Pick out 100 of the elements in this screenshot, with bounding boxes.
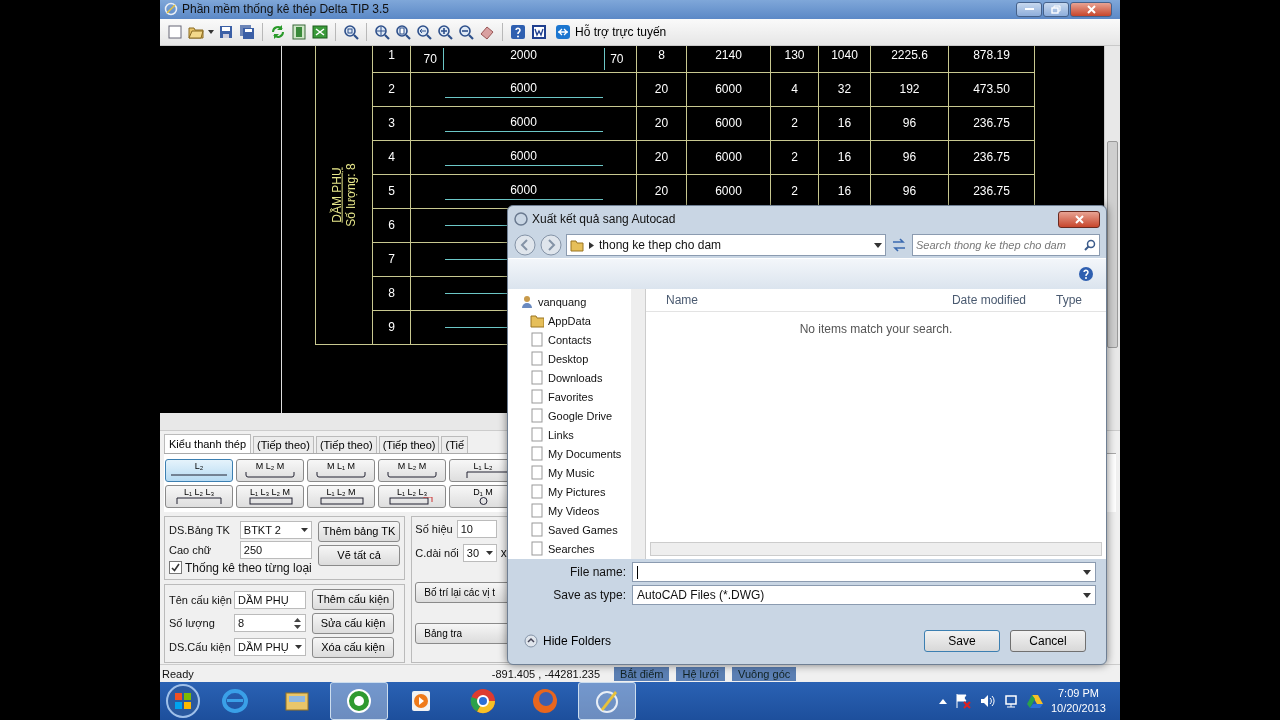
folder-tree-item[interactable]: vanquang bbox=[520, 293, 622, 310]
page-icon bbox=[530, 503, 544, 518]
snap-toggle[interactable]: Vuông góc bbox=[732, 666, 797, 681]
action-button[interactable]: Vẽ tất cả bbox=[317, 544, 401, 566]
folder-tree-item[interactable]: Links bbox=[530, 426, 622, 443]
bar-shape-icon bbox=[478, 497, 488, 506]
folder-tree-item[interactable]: My Pictures bbox=[530, 483, 622, 500]
save-all-icon[interactable] bbox=[238, 22, 256, 41]
page-icon bbox=[530, 541, 544, 556]
bar-shape-button[interactable]: L₁ L₂ M bbox=[307, 484, 375, 508]
folder-tree-item[interactable]: Desktop bbox=[530, 350, 622, 367]
table-cell: 2 bbox=[791, 116, 798, 131]
zoom-previous-icon[interactable] bbox=[415, 22, 433, 41]
zoom-in-icon[interactable] bbox=[436, 22, 454, 41]
folder-tree-item[interactable]: Favorites bbox=[530, 388, 622, 405]
table-cell: 70 bbox=[610, 51, 624, 66]
page-icon bbox=[530, 465, 544, 480]
action-button[interactable]: Sửa cấu kiện bbox=[312, 612, 395, 634]
action-button[interactable]: Thêm bảng TK bbox=[317, 520, 401, 542]
dropdown-caret-icon[interactable] bbox=[1083, 592, 1091, 598]
folder-tree-item[interactable]: Google Drive bbox=[530, 407, 622, 424]
file-name-field[interactable] bbox=[632, 562, 1096, 582]
dialog-button[interactable]: Save bbox=[924, 630, 1000, 652]
folder-tree-item[interactable]: Contacts bbox=[530, 331, 622, 348]
folder-tree-item[interactable]: My Videos bbox=[530, 502, 622, 519]
help-icon[interactable] bbox=[509, 22, 527, 41]
caret-icon[interactable] bbox=[208, 29, 214, 34]
start-button[interactable] bbox=[164, 683, 202, 719]
export-icon[interactable] bbox=[290, 22, 308, 41]
restore-icon bbox=[1051, 4, 1061, 14]
table-cell: 6000 bbox=[715, 150, 742, 165]
refresh-icon[interactable] bbox=[890, 237, 908, 253]
bar-mark-field[interactable]: 10 bbox=[456, 519, 497, 538]
search-field[interactable]: Search thong ke thep cho dam bbox=[912, 234, 1100, 256]
close-button[interactable] bbox=[1058, 210, 1100, 228]
action-button[interactable]: Xóa cấu kiện bbox=[312, 636, 395, 658]
tab[interactable]: (Tiế bbox=[441, 435, 468, 453]
zoom-window-icon[interactable] bbox=[342, 22, 360, 41]
tab[interactable]: (Tiếp theo) bbox=[315, 435, 377, 453]
scrollbar[interactable] bbox=[631, 289, 645, 559]
scrollbar[interactable] bbox=[650, 542, 1102, 556]
close-button[interactable] bbox=[1070, 1, 1112, 17]
dropdown-caret-icon[interactable] bbox=[874, 242, 882, 248]
tab[interactable]: Kiểu thanh thép bbox=[164, 433, 252, 453]
snap-toggle[interactable]: Hệ lưới bbox=[676, 666, 726, 681]
bar-shape-button[interactable]: L₁ L₂ L₃ bbox=[378, 484, 446, 508]
clock-time[interactable]: 7:09 PM bbox=[1058, 686, 1099, 701]
checkbox[interactable] bbox=[169, 561, 182, 575]
zoom-page-icon[interactable] bbox=[394, 22, 412, 41]
dialog-button[interactable]: Cancel bbox=[1010, 630, 1086, 652]
help-icon[interactable] bbox=[1078, 266, 1094, 282]
app-icon bbox=[221, 687, 249, 715]
member-list-dropdown[interactable]: DẦM PHỤ bbox=[234, 638, 306, 656]
column-header[interactable]: Type bbox=[1026, 293, 1106, 307]
table-cell-text: 2140 bbox=[715, 46, 742, 62]
show-hidden-icons-icon[interactable] bbox=[938, 698, 947, 704]
online-support-button[interactable]: Hỗ trợ trực tuyến bbox=[551, 23, 671, 40]
speaker-icon[interactable] bbox=[978, 693, 995, 709]
table-cell: 6000 bbox=[715, 116, 742, 131]
folder-tree-item[interactable]: AppData bbox=[530, 312, 622, 329]
dropdown-caret-icon bbox=[485, 550, 493, 555]
folder-tree-item[interactable]: Searches bbox=[530, 540, 622, 557]
drive-icon[interactable] bbox=[1026, 693, 1043, 709]
text-height-field[interactable]: 250 bbox=[239, 540, 312, 559]
quantity-spinner[interactable]: 8 bbox=[234, 614, 306, 633]
zoom-out-icon[interactable] bbox=[457, 22, 475, 41]
tab[interactable]: (Tiếp theo) bbox=[253, 435, 314, 453]
folder-tree-item[interactable]: Downloads bbox=[530, 369, 622, 386]
network-icon[interactable] bbox=[1002, 693, 1019, 709]
table-list-dropdown[interactable]: BTKT 2 bbox=[239, 520, 312, 539]
minimize-button[interactable] bbox=[1016, 1, 1042, 17]
bar-shape-button[interactable]: M L₂ M bbox=[378, 458, 446, 482]
spreadsheet-icon[interactable] bbox=[311, 22, 329, 41]
close-icon bbox=[1074, 214, 1084, 224]
snap-toggle[interactable]: Bắt điểm bbox=[614, 666, 670, 681]
member-name: DẦM PHỤ bbox=[330, 167, 344, 223]
column-header[interactable]: Date modified bbox=[896, 293, 1026, 307]
column-header[interactable]: Name bbox=[666, 293, 896, 307]
folder-tree-item[interactable]: My Documents bbox=[530, 445, 622, 462]
folder-tree-item[interactable]: My Music bbox=[530, 464, 622, 481]
lap-length-dropdown[interactable]: 30 bbox=[462, 543, 497, 562]
action-button[interactable]: Thêm cấu kiện bbox=[312, 588, 395, 610]
member-name-field[interactable]: DẦM PHỤ bbox=[234, 590, 306, 609]
address-bar[interactable]: thong ke thep cho dam bbox=[566, 234, 886, 256]
bar-shape-button[interactable]: M L₂ M bbox=[236, 458, 304, 482]
bar-shape-button[interactable]: L₁ L₂ L₃ bbox=[165, 484, 233, 508]
bar-shape-button[interactable]: M L₁ M bbox=[307, 458, 375, 482]
zoom-pan-icon[interactable] bbox=[373, 22, 391, 41]
dropdown-caret-icon[interactable] bbox=[1083, 569, 1091, 575]
folder-tree-item[interactable]: Saved Games bbox=[530, 521, 622, 538]
tab[interactable]: (Tiếp theo) bbox=[378, 435, 440, 453]
taskbar-app-button[interactable] bbox=[330, 682, 388, 720]
bar-shape-button[interactable]: L₂ bbox=[165, 458, 233, 482]
clock-date[interactable]: 10/20/2013 bbox=[1050, 701, 1106, 716]
page-icon bbox=[530, 522, 544, 537]
flag-warning-icon[interactable] bbox=[954, 693, 971, 709]
bar-shape-button[interactable]: L₁ L₃ L₂ M bbox=[236, 484, 304, 508]
file-type-dropdown[interactable]: AutoCAD Files (*.DWG) bbox=[632, 585, 1096, 605]
restore-button[interactable] bbox=[1043, 1, 1069, 17]
document-icon[interactable] bbox=[530, 22, 548, 41]
